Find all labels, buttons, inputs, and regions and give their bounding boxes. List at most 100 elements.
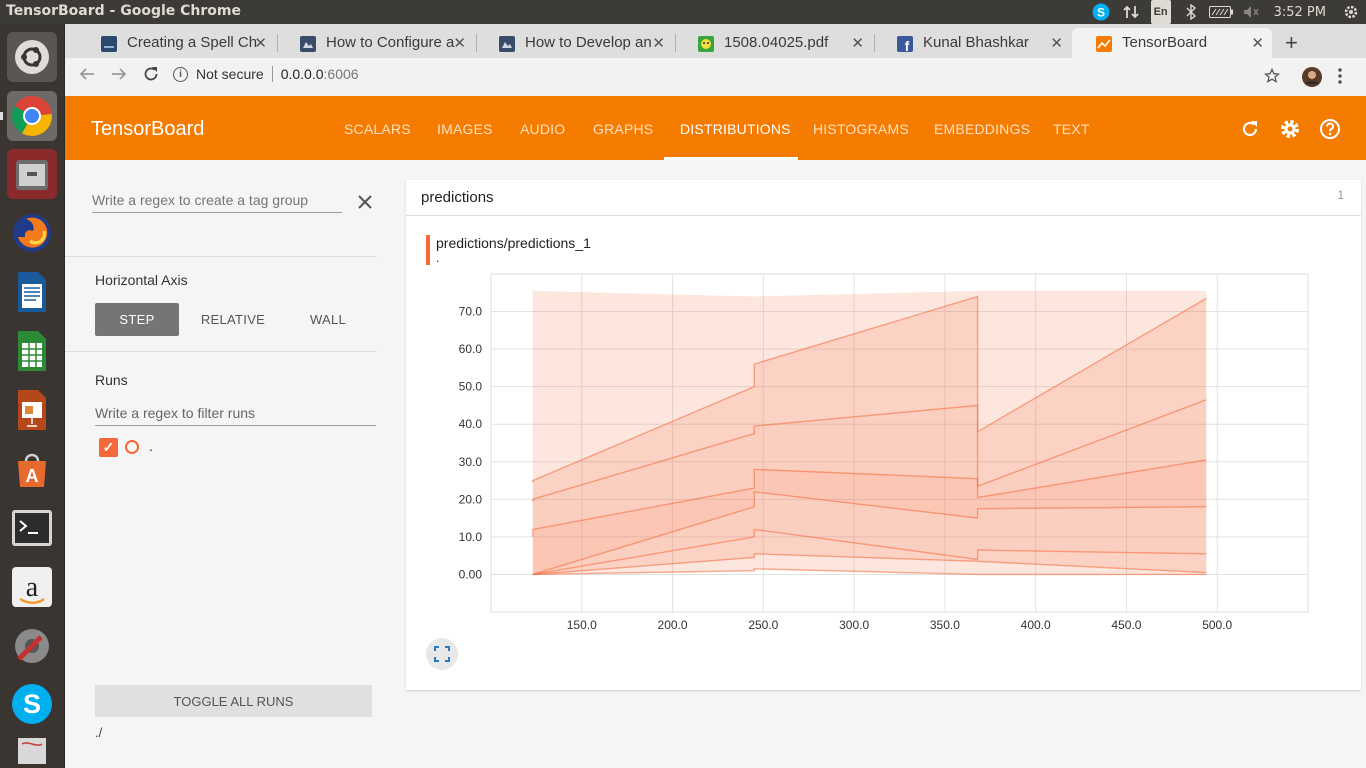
tag-group-name: predictions [421, 189, 494, 206]
info-icon[interactable]: i [173, 66, 188, 82]
address-bar-row: i Not secure 0.0.0.0:6006 [65, 58, 1366, 96]
skype-tray-icon[interactable]: S [1086, 0, 1116, 24]
clear-close-icon[interactable] [357, 190, 373, 216]
sidebar-divider [65, 351, 377, 352]
files-launcher-icon[interactable] [7, 149, 57, 199]
distribution-card: predictions/predictions_1 . 150.0 200.0 25… [406, 216, 1361, 690]
x-tick-label: 150.0 [567, 618, 597, 632]
nav-tab-audio[interactable]: AUDIO [520, 121, 565, 137]
main-content: predictions 1 predictions/predictions_1 … [377, 160, 1366, 768]
reload-icon[interactable] [143, 66, 159, 87]
expand-chart-button[interactable] [426, 638, 458, 670]
settings-gear-icon[interactable] [1336, 0, 1366, 24]
x-tick-label: 200.0 [658, 618, 688, 632]
tensorboard-brand: TensorBoard [91, 118, 205, 140]
libreoffice-impress-icon[interactable] [7, 385, 57, 435]
firefox-launcher-icon[interactable] [7, 208, 57, 258]
terminal-launcher-icon[interactable] [7, 503, 57, 553]
system-settings-icon[interactable] [7, 621, 57, 671]
run-name: . [149, 438, 153, 454]
keyboard-language-indicator[interactable]: En [1146, 0, 1176, 24]
tab-label: 1508.04025.pdf [724, 34, 829, 51]
browser-tab[interactable]: f Kunal Bhashkar ✕ [873, 28, 1071, 58]
y-tick-label: 70.0 [459, 305, 483, 319]
browser-tab[interactable]: Creating a Spell Che ✕ [77, 28, 275, 58]
libreoffice-writer-icon[interactable] [7, 267, 57, 317]
fullscreen-icon [434, 646, 450, 662]
tensorboard-favicon-icon [1096, 36, 1112, 52]
refresh-icon[interactable] [1239, 118, 1261, 140]
active-app-indicator [0, 112, 3, 120]
distribution-chart[interactable]: 150.0 200.0 250.0 300.0 350.0 400.0 450.0 500.0… [406, 216, 1361, 636]
svg-text:f: f [905, 38, 910, 52]
system-tray: S En 3:52 PM [1086, 0, 1366, 24]
tab-close-icon[interactable]: ✕ [652, 34, 665, 52]
nav-tab-embeddings[interactable]: EMBEDDINGS [934, 121, 1030, 137]
tab-strip: Creating a Spell Che ✕ How to Configure … [65, 24, 1366, 58]
tab-label: TensorBoard [1122, 34, 1208, 51]
bluetooth-icon[interactable] [1176, 0, 1206, 24]
tensorboard-header: TensorBoard SCALARS IMAGES AUDIO GRAPHS … [65, 96, 1366, 160]
runs-filter-input[interactable]: Write a regex to filter runs [95, 405, 376, 426]
tab-close-icon[interactable]: ✕ [1251, 34, 1264, 52]
pdf-favicon-icon [698, 36, 714, 52]
tab-label: How to Develop an [525, 34, 652, 51]
tab-close-icon[interactable]: ✕ [254, 34, 267, 52]
runs-heading: Runs [95, 372, 128, 388]
bookmark-star-icon[interactable] [1263, 67, 1281, 89]
settings-icon[interactable] [1279, 118, 1301, 140]
y-tick-label: 60.0 [459, 342, 483, 356]
volume-muted-icon[interactable] [1236, 0, 1266, 24]
tab-close-icon[interactable]: ✕ [453, 34, 466, 52]
axis-relative-button[interactable]: RELATIVE [187, 303, 279, 336]
new-tab-button[interactable]: + [1285, 30, 1298, 56]
clock[interactable]: 3:52 PM [1266, 0, 1336, 24]
url-bar[interactable]: i Not secure 0.0.0.0:6006 [173, 66, 359, 82]
url-port: :6006 [323, 66, 359, 82]
browser-tab[interactable]: 1508.04025.pdf ✕ [674, 28, 872, 58]
url-separator [271, 66, 273, 82]
browser-window: Creating a Spell Che ✕ How to Configure … [65, 24, 1366, 768]
browser-menu-icon[interactable] [1337, 67, 1343, 90]
nav-tab-images[interactable]: IMAGES [437, 121, 493, 137]
network-arrows-icon[interactable] [1116, 0, 1146, 24]
nav-tab-text[interactable]: TEXT [1053, 121, 1090, 137]
browser-tab[interactable]: How to Develop an ✕ [475, 28, 673, 58]
y-tick-label: 50.0 [459, 380, 483, 394]
amazon-launcher-icon[interactable]: a [7, 562, 57, 612]
nav-tab-histograms[interactable]: HISTOGRAMS [813, 121, 909, 137]
url-host: 0.0.0.0 [280, 66, 324, 82]
tab-close-icon[interactable]: ✕ [1050, 34, 1063, 52]
software-center-icon[interactable]: A [7, 444, 57, 494]
libreoffice-calc-icon[interactable] [7, 326, 57, 376]
profile-avatar[interactable] [1302, 67, 1322, 92]
nav-tab-distributions[interactable]: DISTRIBUTIONS [680, 121, 791, 137]
browser-tab[interactable]: How to Configure a ✕ [276, 28, 474, 58]
y-tick-label: 10.0 [459, 530, 483, 544]
help-icon[interactable] [1319, 118, 1341, 140]
tab-label: Creating a Spell Che [127, 34, 257, 51]
back-arrow-icon[interactable] [79, 66, 95, 87]
battery-icon[interactable] [1206, 0, 1236, 24]
tag-group-input[interactable]: Write a regex to create a tag group [92, 192, 342, 213]
y-tick-label: 20.0 [459, 492, 483, 506]
nav-tab-scalars[interactable]: SCALARS [344, 121, 411, 137]
horizontal-axis-heading: Horizontal Axis [95, 272, 188, 288]
tag-group-header[interactable]: predictions 1 [406, 180, 1361, 215]
nav-tab-graphs[interactable]: GRAPHS [593, 121, 653, 137]
facebook-favicon-icon: f [897, 36, 913, 52]
skype-launcher-icon[interactable]: S [7, 679, 57, 729]
run-color-indicator[interactable] [125, 440, 139, 454]
axis-step-button[interactable]: STEP [95, 303, 179, 336]
toggle-all-runs-button[interactable]: TOGGLE ALL RUNS [95, 685, 372, 717]
axis-wall-button[interactable]: WALL [285, 303, 371, 336]
ubuntu-dash-icon[interactable] [7, 32, 57, 82]
forward-arrow-icon[interactable] [111, 66, 127, 87]
browser-tab-active[interactable]: TensorBoard ✕ [1072, 28, 1272, 58]
tab-close-icon[interactable]: ✕ [851, 34, 864, 52]
run-checkbox[interactable]: ✓ [99, 438, 118, 457]
trash-launcher-icon[interactable] [7, 734, 57, 764]
chrome-launcher-icon[interactable] [7, 91, 57, 141]
x-tick-label: 350.0 [930, 618, 960, 632]
security-label: Not secure [196, 66, 264, 82]
